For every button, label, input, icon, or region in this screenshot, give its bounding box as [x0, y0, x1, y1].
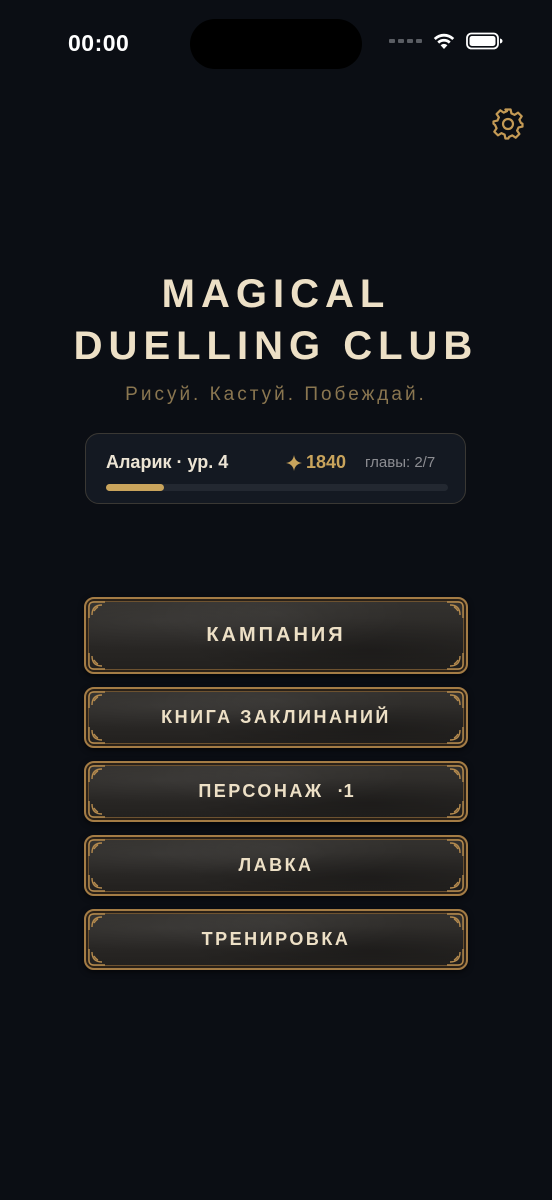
corner-ornament-icon: [88, 727, 105, 744]
game-title-line2: DUELLING CLUB: [73, 324, 479, 368]
campaign-button-label: КАМПАНИЯ: [206, 624, 346, 646]
corner-ornament-icon: [88, 875, 105, 892]
character-button-label: ПЕРСОНАЖ: [198, 781, 324, 801]
game-title-line1: MAGICAL: [161, 272, 391, 316]
sparkle-icon: [286, 454, 302, 471]
corner-ornament-icon: [88, 949, 105, 966]
spellbook-button[interactable]: КНИГА ЗАКЛИНАНИЙ: [84, 687, 468, 748]
settings-gear-icon[interactable]: [491, 107, 525, 141]
wifi-icon: [433, 33, 455, 49]
shop-button-label: ЛАВКА: [238, 855, 314, 875]
corner-ornament-icon: [447, 949, 464, 966]
corner-ornament-icon: [447, 913, 464, 930]
corner-ornament-icon: [88, 601, 105, 618]
spellbook-button-label: КНИГА ЗАКЛИНАНИЙ: [161, 707, 391, 727]
campaign-button[interactable]: КАМПАНИЯ: [84, 597, 468, 674]
training-button-label: ТРЕНИРОВКА: [201, 929, 351, 949]
corner-ornament-icon: [88, 839, 105, 856]
training-button[interactable]: ТРЕНИРОВКА: [84, 909, 468, 970]
status-icons: [389, 32, 504, 50]
corner-ornament-icon: [447, 653, 464, 670]
currency-display: 1840: [286, 452, 346, 473]
player-card: Аларик · ур. 4 1840 главы: 2/7: [85, 433, 466, 504]
corner-ornament-icon: [88, 653, 105, 670]
xp-progress-fill: [106, 484, 165, 491]
player-name-level: Аларик · ур. 4: [106, 452, 229, 472]
currency-amount: 1840: [306, 452, 347, 472]
corner-ornament-icon: [447, 727, 464, 744]
character-notification-badge: ·1: [337, 781, 354, 801]
dynamic-island: [190, 19, 362, 69]
corner-ornament-icon: [447, 875, 464, 892]
character-button[interactable]: ПЕРСОНАЖ ·1: [84, 761, 468, 822]
chapters-progress: главы: 2/7: [365, 454, 436, 471]
corner-ornament-icon: [447, 691, 464, 708]
status-time: 00:00: [68, 30, 130, 56]
corner-ornament-icon: [447, 801, 464, 818]
tagline: Рисуй. Кастуй. Побеждай.: [125, 384, 427, 405]
corner-ornament-icon: [88, 801, 105, 818]
corner-ornament-icon: [447, 601, 464, 618]
battery-icon: [466, 32, 503, 50]
corner-ornament-icon: [447, 765, 464, 782]
shop-button[interactable]: ЛАВКА: [84, 835, 468, 896]
main-menu-screen: 00:00 MAGICAL DUELLING CLUB Рисуй. Касту…: [0, 0, 552, 1200]
xp-progress-bar: [106, 484, 448, 491]
cellular-signal-icon: [389, 39, 422, 43]
corner-ornament-icon: [447, 839, 464, 856]
corner-ornament-icon: [88, 913, 105, 930]
corner-ornament-icon: [88, 691, 105, 708]
corner-ornament-icon: [88, 765, 105, 782]
